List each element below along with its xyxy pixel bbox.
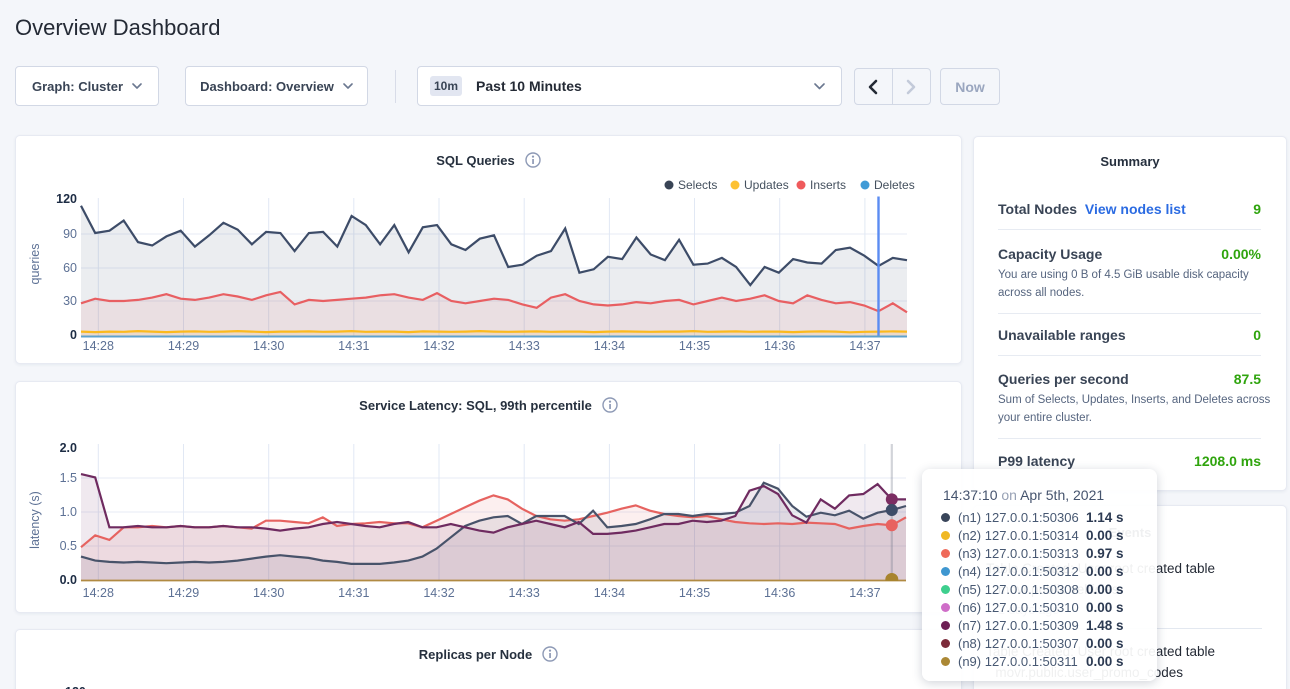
svg-text:14:31: 14:31 [338, 339, 369, 353]
svg-text:60: 60 [63, 261, 77, 275]
svg-text:Inserts: Inserts [810, 178, 846, 192]
svg-text:14:34: 14:34 [594, 586, 625, 600]
svg-text:14:34: 14:34 [594, 339, 625, 353]
svg-text:14:29: 14:29 [168, 339, 199, 353]
svg-text:0: 0 [70, 328, 77, 342]
svg-text:14:32: 14:32 [423, 339, 454, 353]
svg-text:14:32: 14:32 [423, 586, 454, 600]
svg-text:14:36: 14:36 [764, 586, 795, 600]
svg-text:14:28: 14:28 [83, 586, 114, 600]
svg-text:latency (s): latency (s) [28, 491, 42, 549]
svg-text:14:37: 14:37 [849, 586, 880, 600]
svg-text:0.5: 0.5 [60, 539, 77, 553]
svg-text:0.0: 0.0 [60, 573, 77, 587]
svg-text:14:29: 14:29 [168, 586, 199, 600]
svg-text:14:35: 14:35 [679, 586, 710, 600]
svg-text:14:28: 14:28 [83, 339, 114, 353]
svg-text:14:33: 14:33 [509, 586, 540, 600]
svg-text:Updates: Updates [744, 178, 789, 192]
svg-text:90: 90 [63, 227, 77, 241]
svg-text:14:35: 14:35 [679, 339, 710, 353]
svg-text:1.0: 1.0 [60, 505, 77, 519]
svg-text:14:37: 14:37 [849, 339, 880, 353]
svg-text:14:36: 14:36 [764, 339, 795, 353]
svg-text:14:31: 14:31 [338, 586, 369, 600]
svg-text:14:33: 14:33 [509, 339, 540, 353]
svg-text:Deletes: Deletes [874, 178, 915, 192]
svg-text:14:30: 14:30 [253, 586, 284, 600]
svg-text:120: 120 [56, 192, 77, 206]
svg-text:14:30: 14:30 [253, 339, 284, 353]
svg-text:30: 30 [63, 294, 77, 308]
svg-text:1.5: 1.5 [60, 471, 77, 485]
svg-text:Selects: Selects [678, 178, 717, 192]
svg-text:2.0: 2.0 [60, 441, 77, 455]
svg-text:queries: queries [28, 244, 42, 285]
